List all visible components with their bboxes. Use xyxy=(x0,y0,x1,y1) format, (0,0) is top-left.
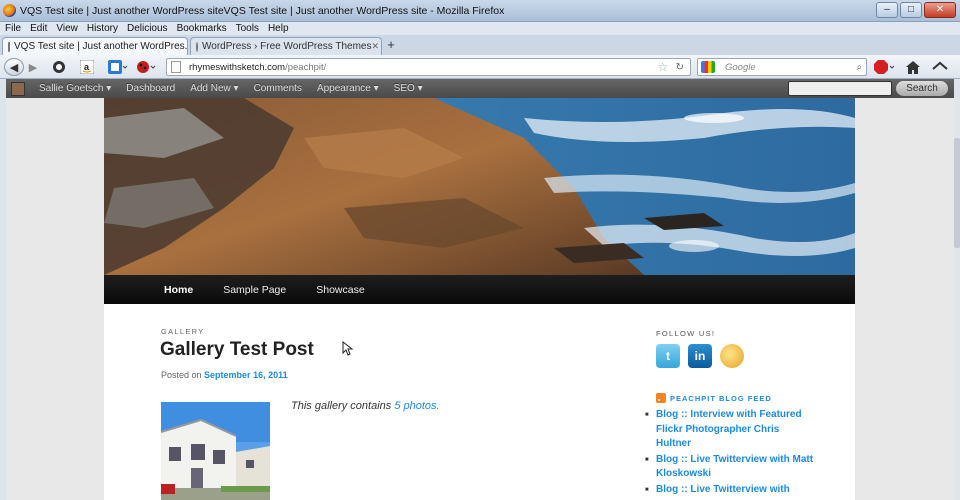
post-format-label[interactable]: GALLERY xyxy=(161,327,205,336)
reload-icon[interactable]: ↻ xyxy=(676,62,684,73)
stop-icon[interactable] xyxy=(50,58,68,76)
maximize-button[interactable]: □ xyxy=(900,2,922,18)
close-window-button[interactable]: ✕ xyxy=(924,2,956,18)
mouse-cursor-icon xyxy=(342,340,354,359)
window-controls: – □ ✕ xyxy=(876,2,956,18)
adblock-icon[interactable] xyxy=(873,58,895,76)
page-icon xyxy=(171,61,181,73)
rss-icon[interactable] xyxy=(656,393,666,403)
site-navigation: Home Sample Page Showcase xyxy=(104,275,855,304)
ladybug-addon-icon[interactable] xyxy=(134,58,158,76)
gallery-photos-link[interactable]: 5 photos. xyxy=(394,400,439,412)
page-favicon-icon xyxy=(8,41,10,52)
url-bar[interactable]: rhymeswithsketch.com/peachpit/ ☆ ↻ xyxy=(166,58,691,76)
posted-on-label: Posted on xyxy=(161,370,202,380)
header-image[interactable] xyxy=(104,98,855,275)
scrollbar-thumb[interactable] xyxy=(954,138,960,248)
wp-user-menu[interactable]: Sallie Goetsch ▾ xyxy=(39,83,111,94)
post-date-link[interactable]: September 16, 2011 xyxy=(204,370,288,380)
user-avatar[interactable] xyxy=(11,81,25,96)
content-area: GALLERY Gallery Test Post Posted on Sept… xyxy=(104,304,855,500)
minimize-button[interactable]: – xyxy=(876,2,898,18)
tab-close-icon[interactable]: ✕ xyxy=(372,41,380,52)
gallery-count-text: This gallery contains xyxy=(291,400,392,412)
menu-help[interactable]: Help xyxy=(268,22,289,35)
url-host: rhymeswithsketch.com xyxy=(189,61,286,73)
menu-file[interactable]: File xyxy=(5,22,21,35)
feed-item[interactable]: Blog :: Live Twitterview with Matt Klosk… xyxy=(645,453,815,482)
tab-wordpress-themes[interactable]: WordPress › Free WordPress Themes ✕ xyxy=(190,37,382,55)
amazon-icon[interactable]: a xyxy=(78,58,96,76)
bookmark-star-icon[interactable]: ☆ xyxy=(657,60,668,74)
wordpress-favicon-icon xyxy=(196,41,198,52)
gallery-thumbnail[interactable] xyxy=(161,402,270,500)
post-title[interactable]: Gallery Test Post xyxy=(160,339,314,361)
nav-showcase-link[interactable]: Showcase xyxy=(316,284,364,296)
menu-bookmarks[interactable]: Bookmarks xyxy=(177,22,227,35)
menu-delicious[interactable]: Delicious xyxy=(127,22,168,35)
feed-item[interactable]: Blog :: Live Twitterview with xyxy=(645,483,815,498)
window-title-bar: VQS Test site | Just another WordPress s… xyxy=(0,0,960,22)
wp-search-input[interactable] xyxy=(788,81,892,96)
wp-seo-menu[interactable]: SEO ▾ xyxy=(394,83,423,94)
nav-sample-page-link[interactable]: Sample Page xyxy=(223,284,286,296)
tab-label: VQS Test site | Just another WordPres... xyxy=(14,41,188,52)
tab-vqs-test-site[interactable]: VQS Test site | Just another WordPres...… xyxy=(2,37,188,55)
search-field[interactable]: Google ⌕ xyxy=(697,58,867,76)
feed-list: Blog :: Interview with Featured Flickr P… xyxy=(645,408,815,498)
menu-bar: File Edit View History Delicious Bookmar… xyxy=(0,22,960,35)
back-arrow-icon[interactable]: ◀ xyxy=(4,58,24,76)
wp-dashboard-link[interactable]: Dashboard xyxy=(126,83,175,94)
url-path: /peachpit/ xyxy=(285,61,327,73)
gallery-description: This gallery contains 5 photos. xyxy=(291,400,440,412)
window-title: VQS Test site | Just another WordPress s… xyxy=(20,4,505,17)
social-links: t in xyxy=(656,344,744,368)
menu-tools[interactable]: Tools xyxy=(236,22,259,35)
nav-home-link[interactable]: Home xyxy=(164,284,193,296)
menu-history[interactable]: History xyxy=(87,22,118,35)
search-icon[interactable]: ⌕ xyxy=(857,62,862,73)
feed-header: PEACHPIT BLOG FEED xyxy=(656,393,772,403)
search-placeholder: Google xyxy=(725,61,756,73)
wp-admin-bar: Sallie Goetsch ▾ Dashboard Add New ▾ Com… xyxy=(6,79,954,98)
twitter-icon[interactable]: t xyxy=(656,344,680,368)
tab-bar: VQS Test site | Just another WordPres...… xyxy=(0,35,960,55)
navigation-toolbar: ◀ ▶ a rhymeswithsketch.com/peachpit/ ☆ ↻… xyxy=(0,55,960,79)
feed-item[interactable]: Blog :: Interview with Featured Flickr P… xyxy=(645,408,815,452)
google-icon[interactable] xyxy=(701,61,715,73)
home-icon[interactable] xyxy=(903,58,923,76)
linkedin-icon[interactable]: in xyxy=(688,344,712,368)
new-tab-button[interactable]: + xyxy=(383,38,399,53)
peachpit-feed-title[interactable]: PEACHPIT BLOG FEED xyxy=(670,394,772,403)
wp-add-new-menu[interactable]: Add New ▾ xyxy=(190,83,238,94)
wp-appearance-menu[interactable]: Appearance ▾ xyxy=(317,83,379,94)
wp-search-button[interactable]: Search xyxy=(896,81,948,96)
menu-edit[interactable]: Edit xyxy=(30,22,47,35)
delicious-icon[interactable] xyxy=(106,58,130,76)
wp-comments-link[interactable]: Comments xyxy=(254,83,302,94)
tab-label: WordPress › Free WordPress Themes xyxy=(202,41,372,52)
extension-icon[interactable] xyxy=(930,58,950,76)
post-meta: Posted on September 16, 2011 xyxy=(161,370,288,380)
forward-arrow-icon[interactable]: ▶ xyxy=(25,58,41,76)
menu-view[interactable]: View xyxy=(56,22,78,35)
chat-icon[interactable] xyxy=(720,344,744,368)
firefox-logo-icon xyxy=(3,4,16,17)
follow-us-title: FOLLOW US! xyxy=(656,329,716,338)
vertical-scrollbar[interactable] xyxy=(954,98,960,500)
